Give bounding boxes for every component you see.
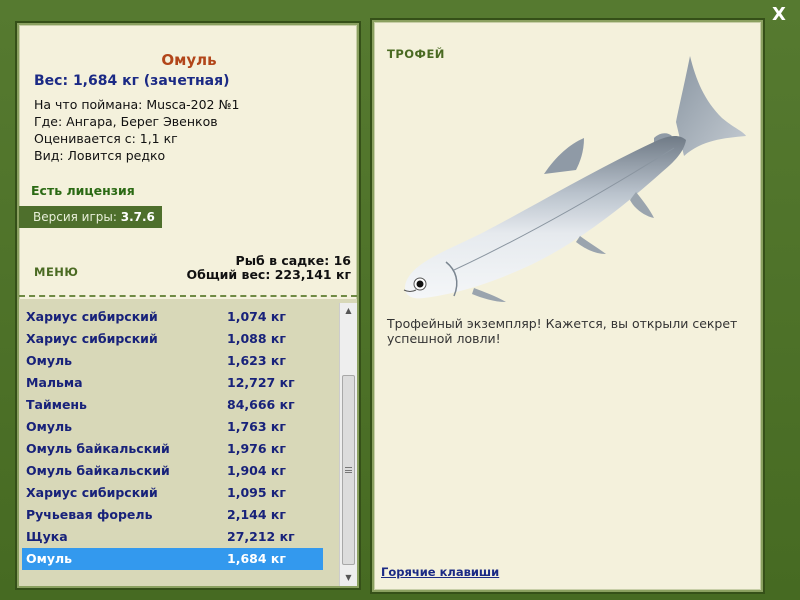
scroll-up-arrow-icon[interactable]: ▲ <box>340 303 357 319</box>
catch-list-row[interactable]: Омуль байкальский 1,976 кг <box>22 438 323 460</box>
scroll-thumb[interactable] <box>342 375 355 565</box>
catch-list-row[interactable]: Щука 27,212 кг <box>22 526 323 548</box>
catch-fish-weight: 1,623 кг <box>227 353 286 368</box>
catch-list-row[interactable]: Хариус сибирский 1,088 кг <box>22 328 323 350</box>
close-button[interactable]: X <box>768 4 790 26</box>
trophy-description: Трофейный экземпляр! Кажется, вы открыли… <box>387 316 738 346</box>
catch-list: Хариус сибирский 1,074 кг Хариус сибирский… <box>19 299 357 586</box>
fish-weight: Вес: 1,684 кг (зачетная) <box>34 73 230 89</box>
cage-total-weight: Общий вес: 223,141 кг <box>186 267 352 282</box>
scroll-down-arrow-icon[interactable]: ▼ <box>340 570 357 586</box>
fish-name: Омуль <box>161 51 217 69</box>
catch-list-row[interactable]: Ручьевая форель 2,144 кг <box>22 504 323 526</box>
catch-fish-name: Таймень <box>26 397 87 412</box>
catch-fish-name: Омуль байкальский <box>26 441 170 456</box>
catch-fish-name: Хариус сибирский <box>26 331 158 346</box>
catch-fish-weight: 12,727 кг <box>227 375 295 390</box>
catch-fish-name: Омуль <box>26 551 73 566</box>
catch-fish-weight: 2,144 кг <box>227 507 286 522</box>
catch-fish-name: Хариус сибирский <box>26 309 158 324</box>
catch-fish-weight: 1,684 кг <box>227 551 286 566</box>
cage-fish-count: Рыб в садке: 16 <box>235 253 351 268</box>
catch-fish-weight: 1,095 кг <box>227 485 286 500</box>
catch-list-row[interactable]: Омуль байкальский 1,904 кг <box>22 460 323 482</box>
catch-fish-weight: 1,976 кг <box>227 441 286 456</box>
version-bar: Версия игры: 3.7.6 <box>19 206 162 228</box>
catch-fish-weight: 1,904 кг <box>227 463 286 478</box>
kind-line: Вид: Ловится редко <box>34 148 166 163</box>
location-line: Где: Ангара, Берег Эвенков <box>34 114 218 129</box>
divider <box>19 295 357 297</box>
omul-fish-image <box>403 56 746 302</box>
catch-list-row[interactable]: Таймень 84,666 кг <box>22 394 323 416</box>
catch-list-row[interactable]: Омуль 1,623 кг <box>22 350 323 372</box>
catch-fish-name: Омуль <box>26 419 73 434</box>
catch-list-row[interactable]: Хариус сибирский 1,095 кг <box>22 482 323 504</box>
catch-fish-name: Щука <box>26 529 68 544</box>
catch-fish-name: Хариус сибирский <box>26 485 158 500</box>
list-scrollbar[interactable]: ▲ ▼ <box>339 303 357 586</box>
version-label: Версия игры: <box>33 210 117 224</box>
version-value: 3.7.6 <box>120 210 155 224</box>
catch-fish-name: Ручьевая форель <box>26 507 153 522</box>
catch-fish-weight: 1,074 кг <box>227 309 286 324</box>
catch-fish-name: Омуль байкальский <box>26 463 170 478</box>
catch-list-row[interactable]: Омуль 1,763 кг <box>22 416 323 438</box>
scroll-grip-icon <box>345 467 352 473</box>
hotkeys-link[interactable]: Горячие клавиши <box>381 565 499 579</box>
catch-fish-name: Омуль <box>26 353 73 368</box>
trophy-panel: ТРОФЕЙ Трофейный экземпляр! Кажется, вы … <box>372 20 763 592</box>
catch-list-row[interactable]: Омуль 1,684 кг <box>22 548 323 570</box>
catch-fish-weight: 1,088 кг <box>227 331 286 346</box>
catch-fish-weight: 1,763 кг <box>227 419 286 434</box>
catch-list-row[interactable]: Хариус сибирский 1,074 кг <box>22 306 323 328</box>
fish-info-panel: Омуль Вес: 1,684 кг (зачетная) На что по… <box>17 23 359 588</box>
catch-list-row[interactable]: Мальма 12,727 кг <box>22 372 323 394</box>
catch-fish-weight: 27,212 кг <box>227 529 295 544</box>
rated-from-line: Оценивается с: 1,1 кг <box>34 131 178 146</box>
license-status: Есть лицензия <box>31 183 135 198</box>
menu-button[interactable]: МЕНЮ <box>34 265 78 279</box>
catch-fish-weight: 84,666 кг <box>227 397 295 412</box>
caught-on-line: На что поймана: Musca-202 №1 <box>34 97 240 112</box>
catch-fish-name: Мальма <box>26 375 83 390</box>
